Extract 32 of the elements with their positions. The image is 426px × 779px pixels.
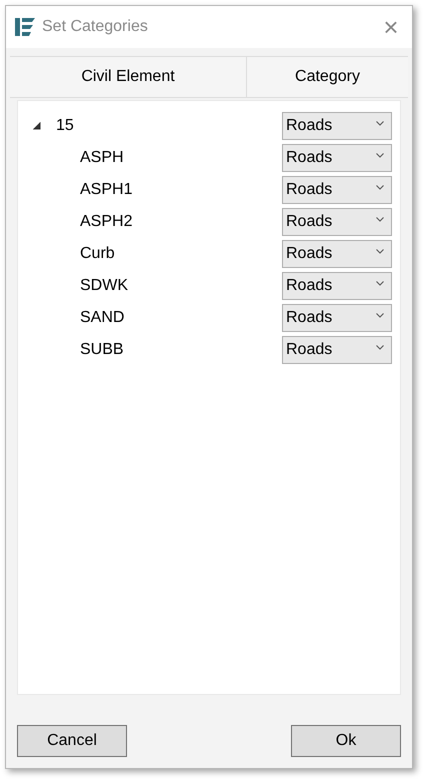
chevron-down-icon bbox=[376, 312, 384, 318]
category-dropdown[interactable]: Roads bbox=[282, 144, 392, 172]
column-header[interactable]: Category bbox=[247, 57, 408, 97]
category-dropdown[interactable]: Roads bbox=[282, 304, 392, 332]
app-logo-icon bbox=[14, 16, 36, 38]
close-button[interactable]: × bbox=[378, 14, 404, 40]
chevron-down-icon bbox=[376, 216, 384, 222]
tree-item-label[interactable]: SDWK bbox=[80, 274, 282, 298]
chevron-down-icon bbox=[376, 184, 384, 190]
cancel-button[interactable]: Cancel bbox=[17, 725, 127, 757]
category-dropdown[interactable]: Roads bbox=[282, 272, 392, 300]
tree-item-label[interactable]: SUBB bbox=[80, 338, 282, 362]
tree-item-label[interactable]: Curb bbox=[80, 242, 282, 266]
chevron-down-icon bbox=[376, 344, 384, 350]
tree-item-label[interactable]: ASPH2 bbox=[80, 210, 282, 234]
chevron-down-icon bbox=[376, 280, 384, 286]
category-dropdown[interactable]: Roads bbox=[282, 336, 392, 364]
category-dropdown[interactable]: Roads bbox=[282, 112, 392, 140]
column-header[interactable]: Civil Element bbox=[10, 57, 247, 97]
tree-item-label[interactable]: ASPH bbox=[80, 146, 282, 170]
chevron-down-icon bbox=[376, 248, 384, 254]
window-title: Set Categories bbox=[42, 17, 149, 37]
tree-item-label[interactable]: 15 bbox=[50, 114, 282, 138]
category-dropdown[interactable]: Roads bbox=[282, 208, 392, 236]
ok-button[interactable]: Ok bbox=[291, 725, 401, 757]
category-dropdown[interactable]: Roads bbox=[282, 176, 392, 204]
tree-item-label[interactable]: SAND bbox=[80, 306, 282, 330]
expanded-triangle-icon[interactable] bbox=[33, 122, 41, 130]
tree-item-label[interactable]: ASPH1 bbox=[80, 178, 282, 202]
chevron-down-icon bbox=[376, 152, 384, 158]
chevron-down-icon bbox=[376, 120, 384, 126]
category-dropdown[interactable]: Roads bbox=[282, 240, 392, 268]
